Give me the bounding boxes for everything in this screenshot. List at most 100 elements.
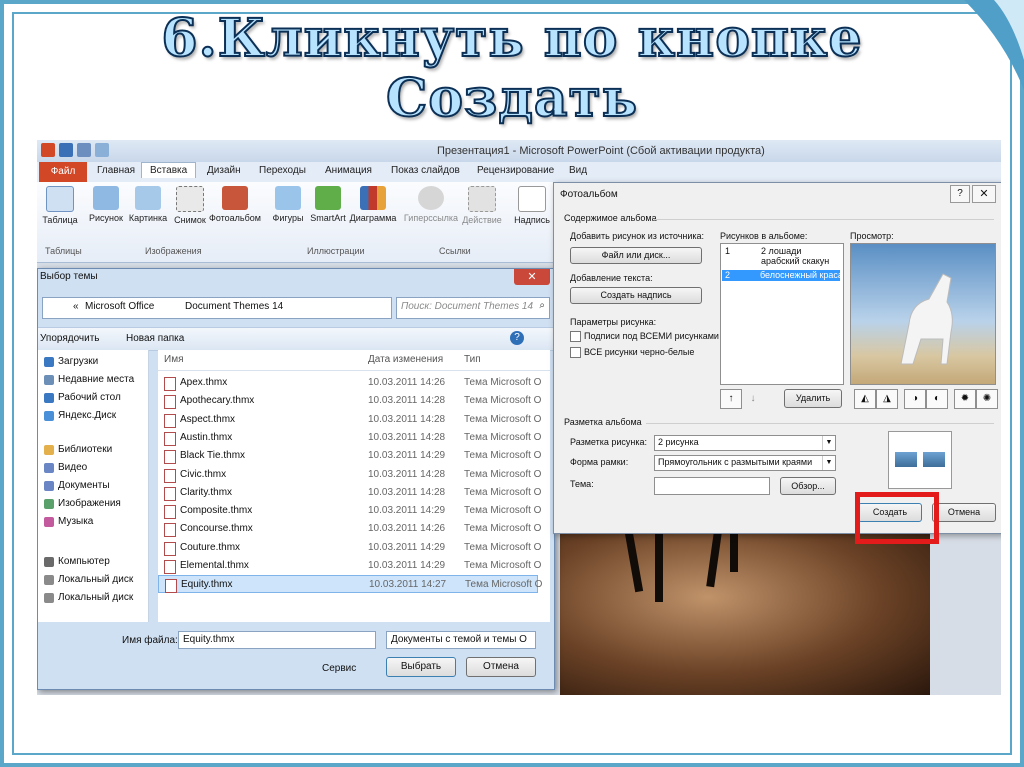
nav-item[interactable]: Яндекс.Диск: [44, 410, 116, 421]
nav-item[interactable]: Библиотеки: [44, 444, 112, 455]
preview-label: Просмотр:: [850, 231, 894, 241]
hyperlink-button[interactable]: Гиперссылка: [403, 186, 459, 223]
nav-item[interactable]: Рабочий стол: [44, 392, 121, 403]
theme-file-icon: [164, 541, 176, 556]
tab-review[interactable]: Рецензирование: [477, 165, 554, 176]
theme-input[interactable]: [654, 477, 770, 495]
tab-design[interactable]: Дизайн: [207, 165, 241, 176]
breadcrumb-root: «: [73, 301, 79, 312]
file-or-disk-button[interactable]: Файл или диск...: [570, 247, 702, 264]
table-row[interactable]: Aspect.thmx 10.03.2011 14:28 Тема Microsof…: [158, 411, 541, 429]
clipart-button[interactable]: Картинка: [125, 186, 171, 223]
item-text: белоснежный красав: [760, 270, 840, 280]
help-icon[interactable]: ?: [510, 331, 524, 345]
screenshot-button[interactable]: Снимок: [167, 186, 213, 225]
bw-checkbox[interactable]: ВСЕ рисунки черно-белые: [570, 347, 694, 359]
tab-slideshow[interactable]: Показ слайдов: [391, 165, 460, 176]
filename-input[interactable]: Equity.thmx: [178, 631, 376, 649]
frame-select[interactable]: Прямоугольник с размытыми краями ▼: [654, 455, 836, 471]
theme-file-icon: [164, 377, 176, 391]
table-row[interactable]: Concourse.thmx 10.03.2011 14:26 Тема Micro…: [158, 520, 541, 538]
breadcrumb-themes[interactable]: Document Themes 14: [185, 301, 283, 312]
table-row[interactable]: Clarity.thmx 10.03.2011 14:28 Тема Microso…: [158, 484, 541, 502]
col-name[interactable]: Имя: [164, 354, 183, 365]
table-row[interactable]: Elemental.thmx 10.03.2011 14:29 Тема Micro…: [158, 557, 541, 575]
close-icon[interactable]: ✕: [514, 269, 550, 285]
table-row[interactable]: Civic.thmx 10.03.2011 14:28 Тема Microsoft…: [158, 466, 541, 484]
move-up-icon[interactable]: ↑: [720, 389, 742, 409]
nav-item[interactable]: Документы: [44, 480, 110, 491]
cancel-button[interactable]: Отмена: [466, 657, 536, 677]
contrast-up-icon[interactable]: ◑: [904, 389, 926, 409]
captions-checkbox[interactable]: Подписи под ВСЕМИ рисунками: [570, 331, 719, 343]
slide-title-line2: Создать: [385, 67, 639, 130]
organize-button[interactable]: Упорядочить: [40, 333, 100, 344]
new-caption-button[interactable]: Создать надпись: [570, 287, 702, 304]
table-row[interactable]: Apothecary.thmx 10.03.2011 14:28 Тема Micr…: [158, 392, 541, 410]
remove-button[interactable]: Удалить: [784, 389, 842, 408]
photo-album-button[interactable]: Фотоальбом: [209, 186, 261, 223]
nav-item[interactable]: Загрузки: [44, 356, 98, 367]
pictures-listbox[interactable]: 1 2 лошади арабский скакун 2 белоснежный…: [720, 243, 844, 385]
textbox-button[interactable]: Надпись: [509, 186, 555, 225]
nav-item[interactable]: Изображения: [44, 498, 121, 509]
tab-view[interactable]: Вид: [569, 165, 587, 176]
address-bar[interactable]: « Microsoft Office Document Themes 14: [42, 297, 392, 319]
undo-icon[interactable]: [77, 143, 91, 157]
action-button[interactable]: Действие: [459, 186, 505, 225]
nav-item[interactable]: Недавние места: [44, 374, 134, 385]
brightness-down-icon[interactable]: ✺: [976, 389, 998, 409]
nav-item[interactable]: Компьютер: [44, 556, 110, 567]
nav-item[interactable]: Локальный диск: [44, 592, 133, 603]
filter-select[interactable]: Документы с темой и темы O: [386, 631, 536, 649]
album-cancel-button[interactable]: Отмена: [932, 503, 996, 522]
smartart-button[interactable]: SmartArt: [305, 186, 351, 223]
tab-home[interactable]: Главная: [97, 165, 135, 176]
service-menu[interactable]: Сервис: [322, 663, 356, 674]
tab-insert[interactable]: Вставка: [141, 162, 197, 178]
dialog-title: Выбор темы: [40, 271, 98, 282]
close-icon[interactable]: ✕: [972, 185, 996, 203]
tab-animation[interactable]: Анимация: [325, 165, 372, 176]
redo-icon[interactable]: [95, 143, 109, 157]
contrast-down-icon[interactable]: ◐: [926, 389, 948, 409]
dialog-bottom: Имя файла: Equity.thmx Документы с темой…: [38, 627, 554, 689]
layout-group-label: Разметка альбома: [564, 417, 642, 427]
rotate-left-icon[interactable]: ◭: [854, 389, 876, 409]
select-button[interactable]: Выбрать: [386, 657, 456, 677]
col-date[interactable]: Дата изменения: [368, 354, 443, 365]
help-icon[interactable]: ?: [950, 185, 970, 203]
checkbox-icon: [570, 347, 581, 359]
list-item-selected[interactable]: 2 белоснежный красав: [722, 270, 840, 281]
table-row[interactable]: Apex.thmx 10.03.2011 14:26 Тема Microsoft …: [158, 374, 541, 392]
browse-button[interactable]: Обзор...: [780, 477, 836, 495]
col-type[interactable]: Тип: [464, 354, 481, 365]
shapes-label: Фигуры: [272, 213, 304, 223]
nav-item[interactable]: Видео: [44, 462, 87, 473]
table-row[interactable]: Equity.thmx 10.03.2011 14:27 Тема Microsof…: [158, 575, 542, 594]
table-row[interactable]: Couture.thmx 10.03.2011 14:29 Тема Microso…: [158, 539, 541, 557]
file-date: 10.03.2011 14:28: [368, 395, 446, 407]
table-row[interactable]: Austin.thmx 10.03.2011 14:28 Тема Microsof…: [158, 429, 541, 447]
breadcrumb-office[interactable]: Microsoft Office: [85, 301, 154, 312]
chart-button[interactable]: Диаграмма: [347, 186, 399, 223]
search-input[interactable]: Поиск: Document Themes 14 ⌕: [396, 297, 550, 319]
save-icon[interactable]: [59, 143, 73, 157]
list-item[interactable]: 1 2 лошади арабский скакун: [723, 246, 839, 268]
layout-select[interactable]: 2 рисунка ▼: [654, 435, 836, 451]
table-button[interactable]: Таблица: [37, 186, 83, 225]
brightness-up-icon[interactable]: ✹: [954, 389, 976, 409]
tab-file[interactable]: Файл: [39, 162, 87, 182]
tab-transitions[interactable]: Переходы: [259, 165, 306, 176]
table-row[interactable]: Composite.thmx 10.03.2011 14:29 Тема Micro…: [158, 502, 541, 520]
new-folder-button[interactable]: Новая папка: [126, 333, 184, 344]
hyperlink-icon: [418, 186, 444, 210]
photo-album-label: Фотоальбом: [209, 213, 261, 223]
move-down-icon[interactable]: ↓: [742, 389, 764, 409]
nav-item[interactable]: Локальный диск: [44, 574, 133, 585]
picture-button[interactable]: Рисунок: [83, 186, 129, 223]
rotate-right-icon[interactable]: ◮: [876, 389, 898, 409]
table-row[interactable]: Black Tie.thmx 10.03.2011 14:29 Тема Micro…: [158, 447, 541, 465]
nav-item[interactable]: Музыка: [44, 516, 93, 527]
theme-file-icon: [164, 431, 176, 446]
